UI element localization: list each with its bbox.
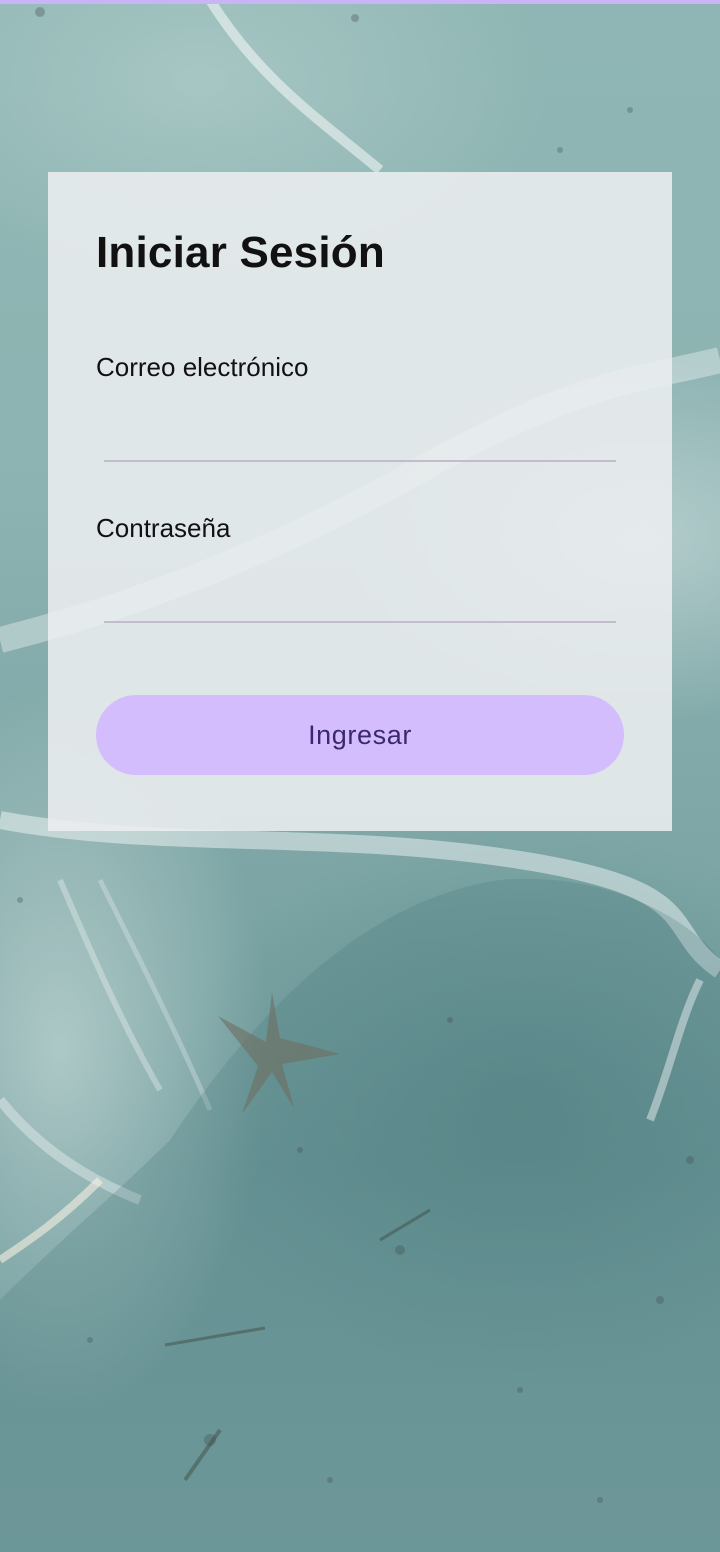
login-card: Iniciar Sesión Correo electrónico Contra… — [48, 172, 672, 831]
email-label: Correo electrónico — [96, 352, 309, 382]
page-title: Iniciar Sesión — [96, 228, 385, 277]
password-label: Contraseña — [96, 513, 231, 543]
login-button[interactable]: Ingresar — [96, 695, 624, 775]
password-field[interactable] — [104, 575, 616, 623]
status-accent-strip — [0, 0, 720, 4]
email-field[interactable] — [104, 414, 616, 462]
